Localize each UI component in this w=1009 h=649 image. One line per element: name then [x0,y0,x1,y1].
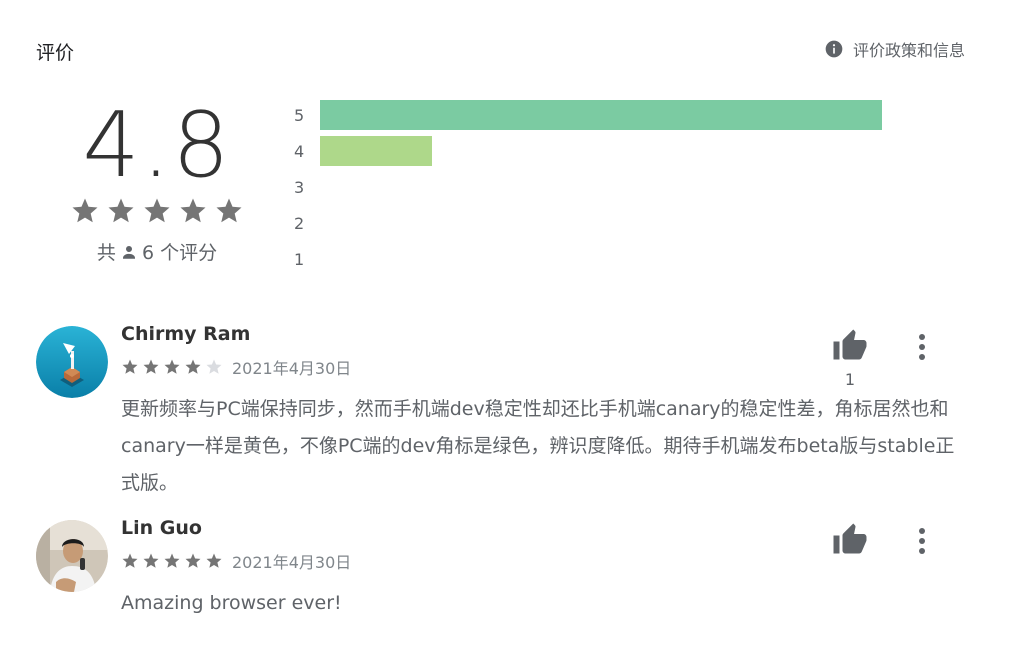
info-icon [825,40,843,58]
rating-summary: 4.8 共 6 个评分 [62,92,252,265]
histogram-row: 2 [294,205,894,241]
histogram-row: 1 [294,241,894,277]
histogram-label: 4 [294,141,305,161]
star-filled-icon [122,553,138,568]
more-vert-icon [919,334,925,360]
star-filled-icon [206,553,222,568]
histogram-track [320,208,882,238]
more-vert-icon [919,528,925,554]
person-icon [122,245,135,259]
avatar [36,520,108,592]
histogram-label: 2 [294,213,305,233]
thumbs-up-icon [833,329,867,360]
helpful-count: 1 [844,370,856,389]
histogram-label: 5 [294,105,305,125]
more-options-button[interactable] [912,526,932,556]
histogram-bar [320,100,882,130]
rating-histogram: 5 4 3 2 1 [294,97,894,277]
section-title: 评价 [36,42,75,64]
review-text: 更新频率与PC端保持同步，然而手机端dev稳定性却还比手机端canary的稳定性… [121,398,955,494]
star-filled-icon [144,198,170,223]
histogram-label: 3 [294,177,305,197]
histogram-label: 1 [294,249,305,269]
star-filled-icon [216,198,242,223]
rating-count-value: 6 个评分 [141,242,218,264]
helpful-button[interactable] [832,522,868,564]
rating-policy-label: 评价政策和信息 [852,41,965,60]
review-date: 2021年4月30日 [232,359,352,378]
star-filled-icon [108,198,134,223]
thumbs-up-icon [833,523,867,554]
histogram-track [320,100,882,130]
review-text: Amazing browser ever! [121,592,342,614]
average-stars [62,196,252,226]
rating-count-prefix: 共 [96,242,116,264]
histogram-bar [320,136,433,166]
review-date: 2021年4月30日 [232,553,352,572]
more-options-button[interactable] [912,332,932,362]
rating-count: 共 6 个评分 [62,238,252,265]
avatar [36,326,108,398]
histogram-row: 3 [294,169,894,205]
star-filled-icon [72,198,98,223]
histogram-row: 5 [294,97,894,133]
star-filled-icon [164,359,180,374]
helpful-button[interactable]: 1 [832,328,868,389]
histogram-track [320,172,882,202]
histogram-track [320,244,882,274]
star-filled-icon [143,359,159,374]
star-empty-icon [206,359,222,374]
average-score: 4.8 [82,93,232,198]
review-stars [121,358,223,376]
star-filled-icon [185,553,201,568]
histogram-row: 4 [294,133,894,169]
histogram-track [320,136,882,166]
star-filled-icon [180,198,206,223]
review-stars [121,552,223,570]
rating-policy-link[interactable]: 评价政策和信息 [824,37,965,61]
star-filled-icon [143,553,159,568]
star-filled-icon [164,553,180,568]
star-filled-icon [185,359,201,374]
star-filled-icon [122,359,138,374]
